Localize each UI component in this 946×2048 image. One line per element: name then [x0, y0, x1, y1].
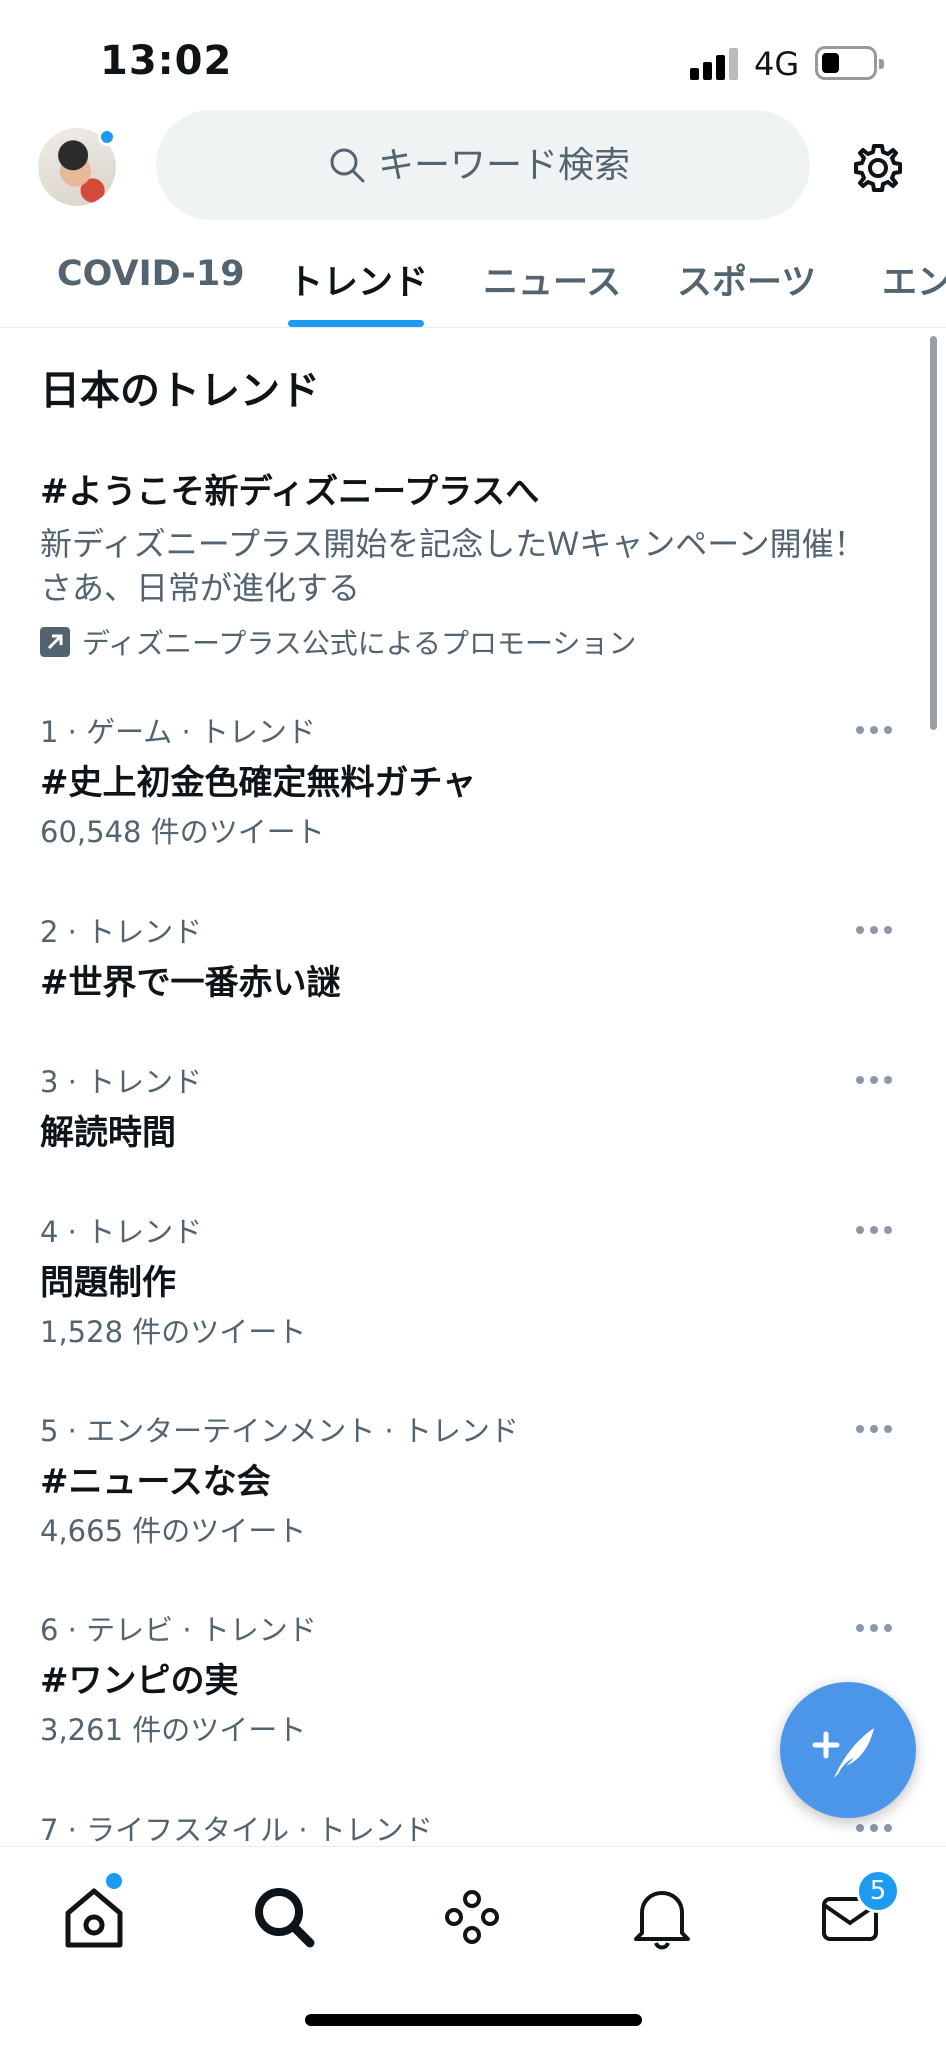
- tab-news[interactable]: ニュース: [483, 254, 621, 305]
- trend-count: 1,528 件のツイート: [40, 1315, 307, 1349]
- tab-entertainment[interactable]: エン: [882, 254, 946, 305]
- trend-item[interactable]: 1 · ゲーム · トレンド #史上初金色確定無料ガチャ 60,548 件のツイ…: [40, 712, 910, 852]
- compose-tweet-button[interactable]: [780, 1682, 916, 1818]
- more-options-icon[interactable]: [856, 920, 896, 940]
- trend-meta: 7 · ライフスタイル · トレンド: [40, 1813, 433, 1847]
- trend-name: #世界で一番赤い謎: [40, 963, 341, 1003]
- trend-item[interactable]: 3 · トレンド 解読時間: [40, 1062, 910, 1158]
- more-options-icon[interactable]: [856, 1818, 896, 1838]
- more-options-icon[interactable]: [856, 1070, 896, 1090]
- more-options-icon[interactable]: [856, 720, 896, 740]
- tab-sports[interactable]: スポーツ: [677, 254, 816, 305]
- battery-icon: [815, 46, 884, 80]
- status-time: 13:02: [100, 38, 233, 84]
- trend-item[interactable]: 5 · エンターテインメント · トレンド #ニュースな会 4,665 件のツイ…: [40, 1411, 910, 1551]
- promo-title: #ようこそ新ディズニープラスへ: [40, 472, 540, 512]
- home-icon[interactable]: [54, 1877, 134, 1957]
- compose-feather-icon: [812, 1728, 874, 1778]
- trend-meta: 5 · エンターテインメント · トレンド: [40, 1414, 519, 1448]
- promoted-trend[interactable]: #ようこそ新ディズニープラスへ 新ディズニープラス開始を記念したＷキャンペーン開…: [40, 468, 880, 662]
- trend-meta: 3 · トレンド: [40, 1065, 203, 1099]
- status-bar: 13:02 4G: [0, 0, 946, 110]
- more-options-icon[interactable]: [856, 1618, 896, 1638]
- signal-icon: [690, 48, 740, 80]
- promoted-arrow-icon: [40, 627, 70, 657]
- trend-name: #ニュースな会: [40, 1462, 271, 1502]
- trend-count: 60,548 件のツイート: [40, 815, 325, 849]
- trend-meta: 6 · テレビ · トレンド: [40, 1613, 317, 1647]
- gear-icon[interactable]: [850, 140, 906, 196]
- trend-name: #史上初金色確定無料ガチャ: [40, 763, 477, 803]
- search-input[interactable]: [378, 140, 798, 190]
- active-tab-indicator: [288, 320, 424, 327]
- scrollbar[interactable]: [930, 336, 937, 730]
- home-notification-dot: [106, 1873, 122, 1889]
- trend-item[interactable]: 2 · トレンド #世界で一番赤い謎: [40, 912, 910, 1008]
- search-bar[interactable]: [156, 110, 810, 220]
- more-options-icon[interactable]: [856, 1419, 896, 1439]
- trend-name: 問題制作: [40, 1263, 176, 1303]
- section-title: 日本のトレンド: [40, 368, 320, 414]
- trend-item[interactable]: 7 · ライフスタイル · トレンド: [40, 1810, 910, 1850]
- trend-name: #ワンピの実: [40, 1661, 239, 1701]
- network-label: 4G: [754, 45, 800, 83]
- trend-item[interactable]: 6 · テレビ · トレンド #ワンピの実 3,261 件のツイート: [40, 1610, 910, 1750]
- spaces-icon[interactable]: [432, 1877, 512, 1957]
- trend-meta: 2 · トレンド: [40, 915, 203, 949]
- more-options-icon[interactable]: [856, 1220, 896, 1240]
- trend-meta: 1 · ゲーム · トレンド: [40, 715, 316, 749]
- trend-count: 4,665 件のツイート: [40, 1514, 307, 1548]
- messages-badge: 5: [856, 1869, 900, 1913]
- search-icon[interactable]: [244, 1877, 324, 1957]
- promo-description: 新ディズニープラス開始を記念したＷキャンペーン開催！さあ、日常が進化する: [40, 525, 866, 607]
- tab-trends[interactable]: トレンド: [288, 254, 428, 305]
- trend-name: 解読時間: [40, 1113, 176, 1153]
- trend-item[interactable]: 4 · トレンド 問題制作 1,528 件のツイート: [40, 1212, 910, 1352]
- promo-byline-text: ディズニープラス公式によるプロモーション: [82, 627, 637, 660]
- trend-meta: 4 · トレンド: [40, 1215, 203, 1249]
- explore-tabs: COVID-19 トレンド ニュース スポーツ エン: [0, 240, 946, 328]
- promo-byline: ディズニープラス公式によるプロモーション: [40, 622, 880, 662]
- tab-covid-19[interactable]: COVID-19: [57, 254, 245, 294]
- home-indicator[interactable]: [305, 2014, 642, 2026]
- search-icon: [330, 148, 365, 183]
- avatar-notification-dot: [98, 128, 116, 146]
- notifications-icon[interactable]: [622, 1877, 702, 1957]
